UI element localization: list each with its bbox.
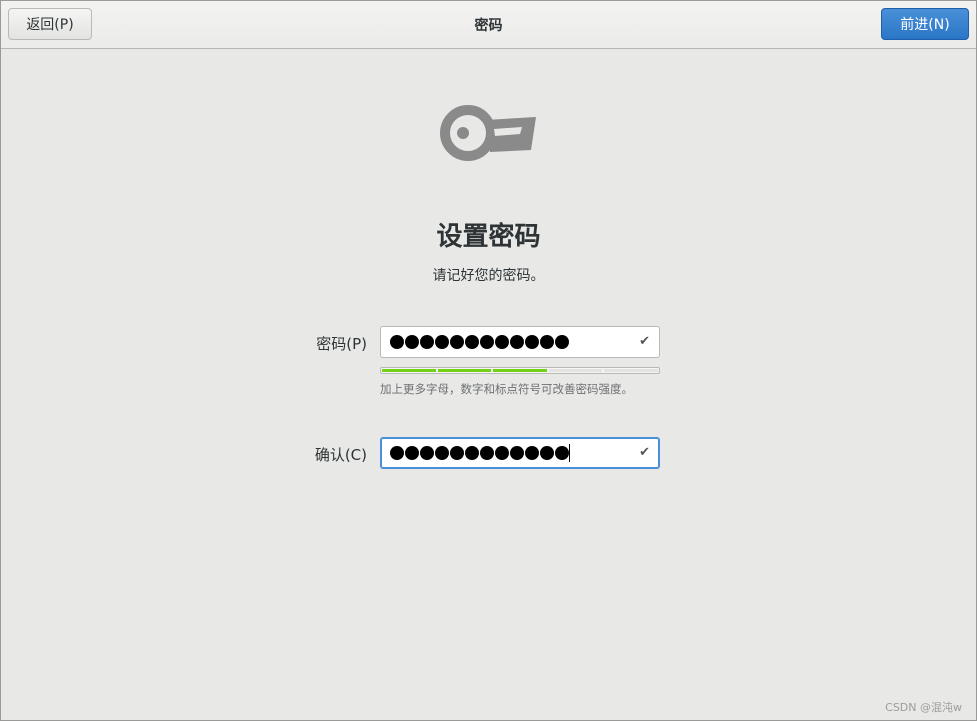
password-dot: [420, 335, 434, 349]
password-dot: [420, 446, 434, 460]
password-dot: [525, 335, 539, 349]
password-dot: [510, 335, 524, 349]
password-dot: [435, 446, 449, 460]
watermark: CSDN @混沌w: [885, 701, 962, 714]
password-masked-value: [381, 335, 569, 349]
password-dot: [540, 335, 554, 349]
confirm-password-field[interactable]: ✔: [380, 437, 660, 469]
key-icon: [440, 105, 536, 161]
text-cursor: [569, 444, 570, 462]
password-strength-hint: 加上更多字母，数字和标点符号可改善密码强度。: [380, 382, 633, 396]
password-field[interactable]: ✔: [380, 326, 660, 358]
password-dot: [480, 335, 494, 349]
setup-window: 返回(P) 密码 前进(N) 设置密码 请记好您的密码。 密码(P) ✔ 加上更…: [0, 0, 977, 721]
header-bar: 返回(P) 密码 前进(N): [1, 1, 976, 49]
checkmark-icon: ✔: [639, 334, 650, 349]
password-dot: [450, 335, 464, 349]
next-button[interactable]: 前进(N): [881, 8, 969, 40]
strength-segment: [548, 369, 603, 372]
password-dot: [555, 335, 569, 349]
password-dot: [390, 335, 404, 349]
strength-segment: [493, 369, 547, 372]
password-dot: [480, 446, 494, 460]
password-dot: [405, 446, 419, 460]
setup-heading: 设置密码: [436, 222, 541, 252]
password-strength-meter: [380, 367, 660, 374]
password-dot: [450, 446, 464, 460]
password-dot: [510, 446, 524, 460]
password-dot: [525, 446, 539, 460]
password-label: 密码(P): [316, 335, 367, 353]
password-dot: [555, 446, 569, 460]
page-title: 密码: [474, 18, 503, 34]
strength-segment: [437, 369, 492, 372]
password-dot: [435, 335, 449, 349]
setup-subtitle: 请记好您的密码。: [432, 268, 545, 284]
password-dot: [390, 446, 404, 460]
confirm-masked-value: [381, 446, 569, 460]
password-dot: [495, 335, 509, 349]
password-dot: [495, 446, 509, 460]
strength-segment: [382, 369, 436, 372]
password-dot: [465, 335, 479, 349]
checkmark-icon: ✔: [639, 445, 650, 460]
password-dot: [540, 446, 554, 460]
strength-segment: [604, 369, 658, 372]
password-dot: [465, 446, 479, 460]
confirm-label: 确认(C): [314, 446, 367, 464]
password-dot: [405, 335, 419, 349]
